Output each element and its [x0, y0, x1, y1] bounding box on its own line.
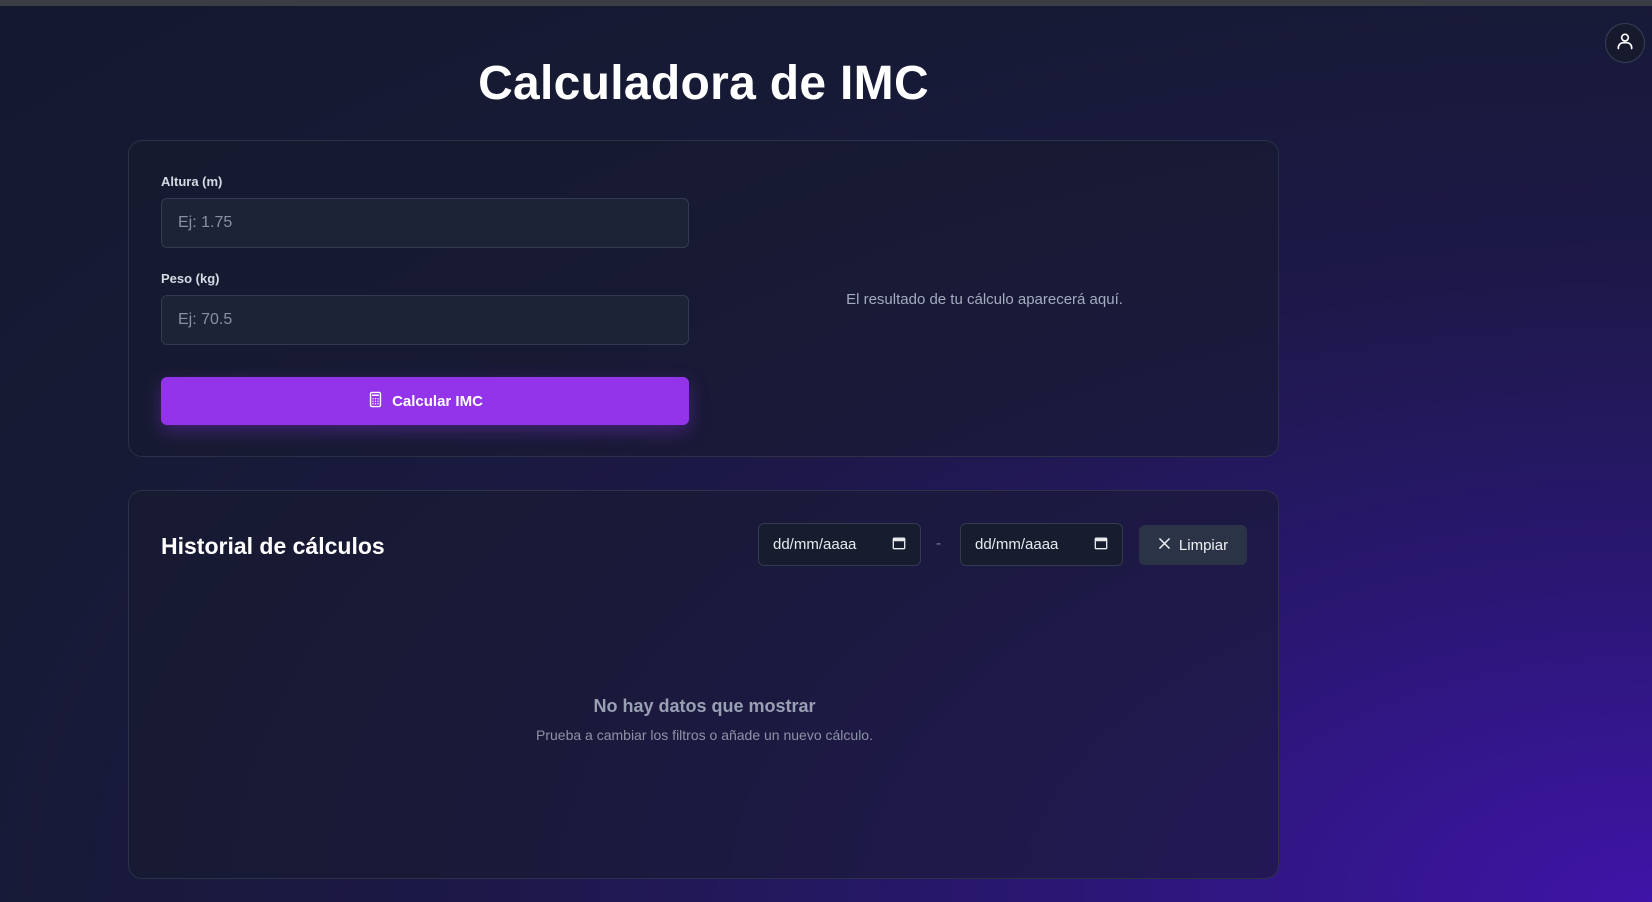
browser-top-bar	[0, 0, 1652, 6]
date-from-input[interactable]: dd/mm/aaaa	[758, 523, 921, 566]
height-label: Altura (m)	[161, 174, 223, 189]
empty-state-title: No hay datos que mostrar	[593, 696, 816, 716]
calculator-icon	[367, 391, 384, 412]
height-input[interactable]	[161, 198, 689, 248]
date-range-separator: -	[936, 535, 941, 552]
date-to-input[interactable]: dd/mm/aaaa	[960, 523, 1123, 566]
user-icon	[1615, 31, 1635, 56]
user-profile-button[interactable]	[1605, 23, 1645, 63]
empty-state-subtitle: Prueba a cambiar los filtros o añade un …	[536, 727, 873, 743]
calculate-imc-button[interactable]: Calcular IMC	[161, 377, 689, 425]
history-title: Historial de cálculos	[161, 533, 385, 559]
calculate-imc-label: Calcular IMC	[392, 392, 483, 410]
calendar-icon[interactable]	[1094, 536, 1108, 554]
weight-input[interactable]	[161, 295, 689, 345]
history-card: Historial de cálculos dd/mm/aaaa - dd/mm…	[128, 490, 1279, 879]
date-to-value: dd/mm/aaaa	[975, 536, 1059, 553]
calendar-icon[interactable]	[892, 536, 906, 554]
weight-label: Peso (kg)	[161, 271, 220, 286]
clear-filters-label: Limpiar	[1178, 536, 1229, 554]
result-placeholder: El resultado de tu cálculo aparecerá aqu…	[846, 291, 1123, 308]
calculator-card: Altura (m) Peso (kg) Calcular IMC El res…	[128, 140, 1279, 457]
date-from-value: dd/mm/aaaa	[773, 536, 857, 553]
page-title: Calculadora de IMC	[478, 57, 929, 110]
clear-filters-button[interactable]: Limpiar	[1139, 525, 1247, 565]
close-icon	[1158, 537, 1171, 554]
